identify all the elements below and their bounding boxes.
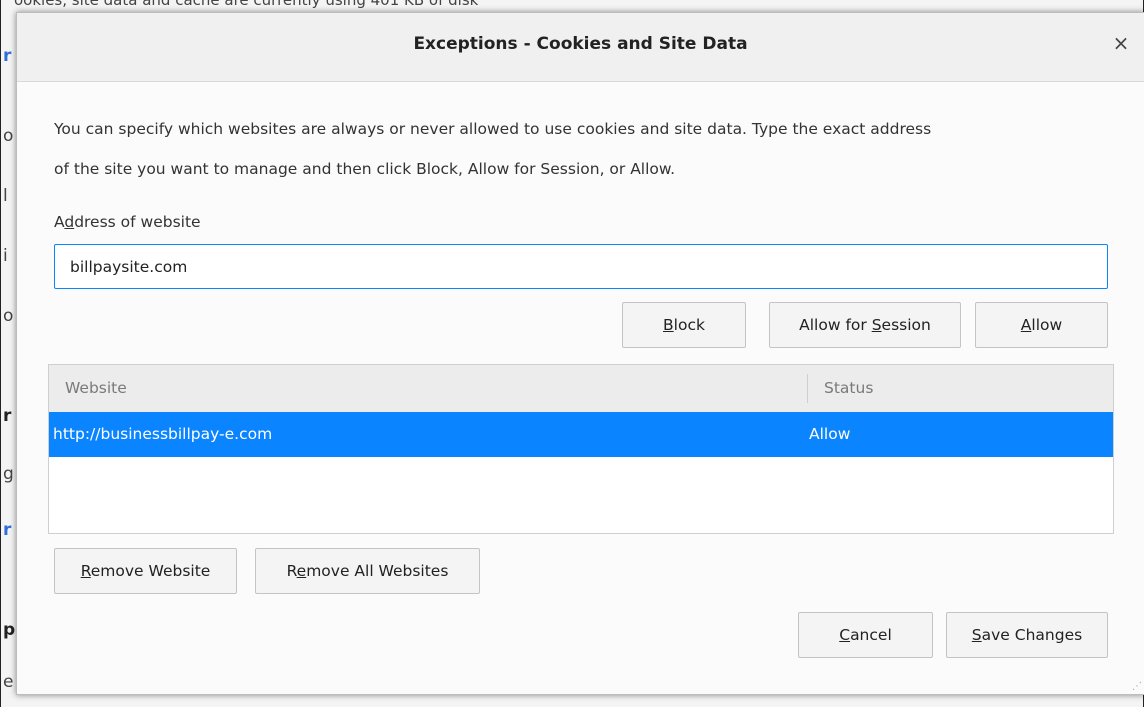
close-icon[interactable]: × [1109,31,1133,55]
background-text-fragment: o [3,306,14,326]
background-text-fragment: l [3,186,8,206]
address-input[interactable] [54,244,1108,289]
exceptions-table: Website Status http://businessbillpay-e.… [48,364,1114,534]
table-row[interactable]: http://businessbillpay-e.com Allow [49,412,1113,457]
row-website: http://businessbillpay-e.com [53,425,273,443]
allow-button[interactable]: Allow [975,302,1108,348]
save-changes-button[interactable]: Save Changes [946,612,1108,658]
remove-website-button[interactable]: Remove Website [54,548,237,594]
background-text-fragment: p [3,620,16,640]
background-text-fragment: i [3,246,8,266]
dialog-titlebar: Exceptions - Cookies and Site Data × [17,13,1144,82]
column-header-website[interactable]: Website [65,379,127,397]
dialog-title: Exceptions - Cookies and Site Data [413,34,748,54]
block-button[interactable]: Block [622,302,746,348]
column-divider[interactable] [807,374,808,403]
resize-grip-icon[interactable]: ⋰ [1132,682,1142,692]
exceptions-dialog: Exceptions - Cookies and Site Data × You… [16,12,1144,695]
dialog-description: You can specify which websites are alway… [54,109,1114,189]
background-text-fragment: r [3,406,12,426]
remove-all-websites-button[interactable]: Remove All Websites [255,548,480,594]
description-line: You can specify which websites are alway… [54,120,932,138]
background-text-fragment: r [3,46,12,66]
table-header: Website Status [49,365,1113,413]
row-status: Allow [809,425,851,443]
background-text-fragment: e [3,672,14,692]
column-header-status[interactable]: Status [824,379,873,397]
background-text-fragment: g [3,464,14,484]
cancel-button[interactable]: Cancel [798,612,933,658]
background-disk-usage-text: ookies, site data and cache are currentl… [14,0,479,9]
address-label: Address of website [54,213,201,231]
background-text-fragment: r [3,520,12,540]
allow-for-session-button[interactable]: Allow for Session [769,302,961,348]
background-window-edge [0,0,1,707]
background-text-fragment: o [3,126,14,146]
description-line: of the site you want to manage and then … [54,160,676,178]
